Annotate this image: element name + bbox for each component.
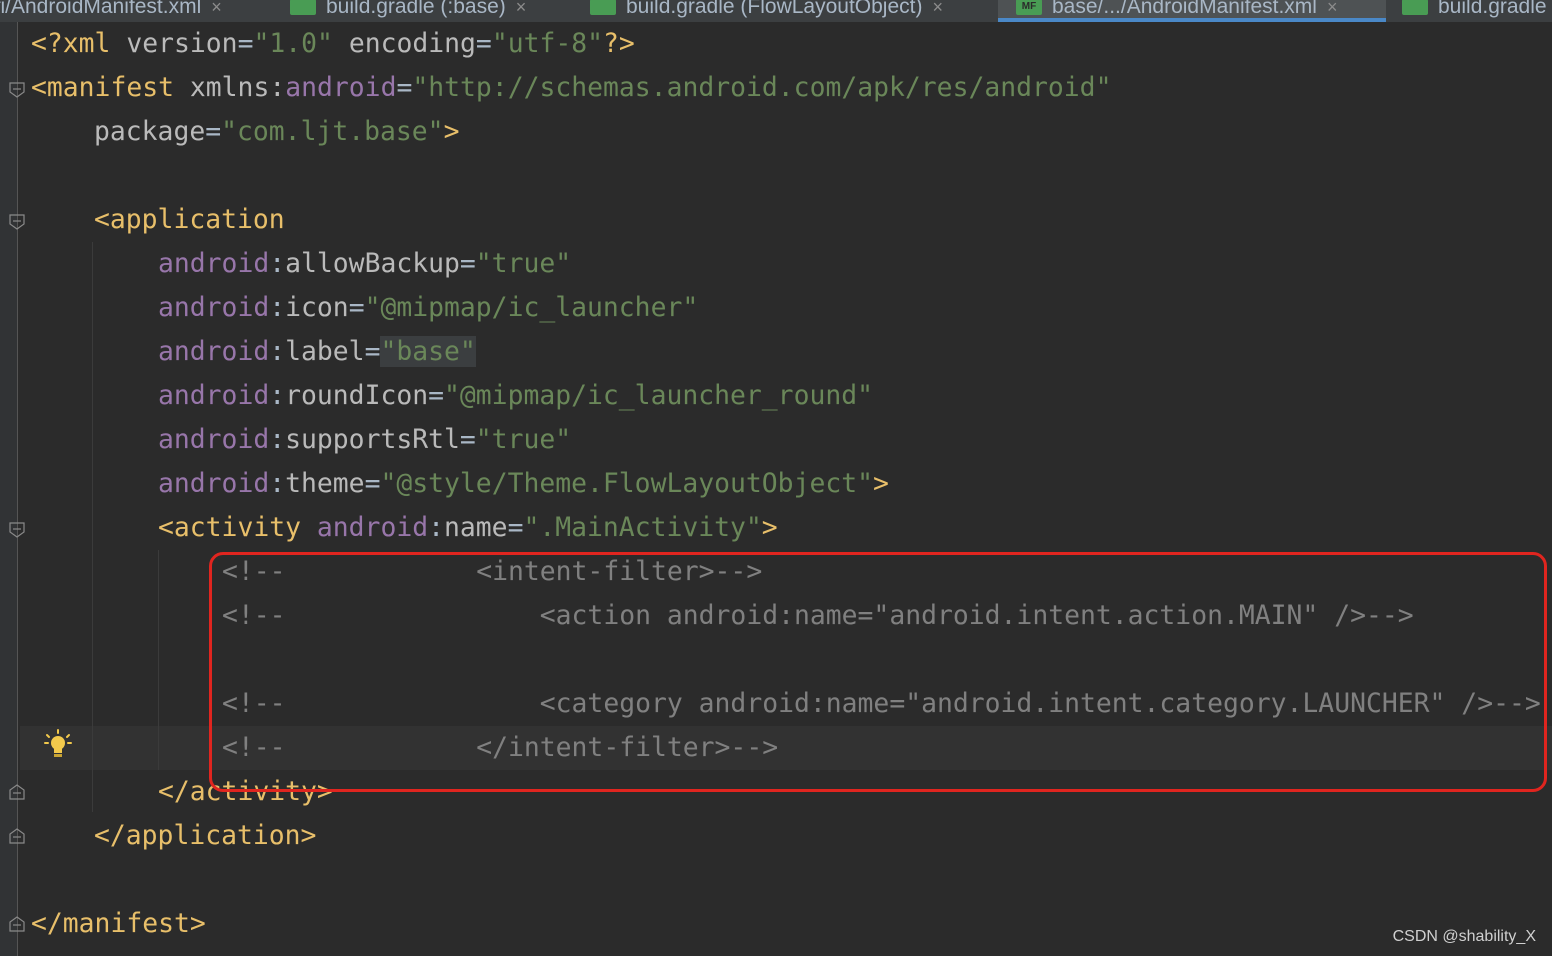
close-icon[interactable]: × [211, 0, 222, 22]
editor-tab-bar: ifi/AndroidManifest.xml × build.gradle (:… [0, 0, 1552, 22]
fold-close-icon[interactable] [9, 916, 25, 932]
tab-label: build.gradle (FlowLayoutObject) [626, 0, 923, 18]
lightbulb-icon[interactable] [44, 729, 72, 759]
tab-build-gradle-project[interactable]: build.gradle (FlowLayoutObject) × [590, 0, 943, 22]
close-icon[interactable]: × [932, 0, 943, 22]
fold-close-icon[interactable] [9, 828, 25, 844]
watermark: CSDN @shability_X [1392, 928, 1536, 945]
fold-open-icon[interactable] [9, 82, 25, 98]
fold-open-icon[interactable] [9, 214, 25, 230]
code-line-2: <manifest xmlns:android="http://schemas.… [31, 72, 1112, 103]
annotation-highlight-box [209, 552, 1547, 792]
tab-build-gradle[interactable]: build.gradle [1402, 0, 1547, 22]
tab-android-manifest-other[interactable]: ifi/AndroidManifest.xml × [0, 0, 222, 22]
gradle-icon [1402, 0, 1428, 16]
close-icon[interactable]: × [516, 0, 527, 22]
code-line-19: </application> [94, 820, 317, 851]
code-line-8: android:label="base" [158, 336, 476, 367]
editor-gutter [0, 22, 18, 956]
close-icon[interactable]: × [1327, 0, 1338, 22]
manifest-file-icon: MF [1016, 0, 1042, 16]
code-line-6: android:allowBackup="true" [158, 248, 572, 279]
code-line-1: <?xml version="1.0" encoding="utf-8"?> [31, 28, 635, 59]
fold-open-icon[interactable] [9, 522, 25, 538]
highlighted-string: "base" [380, 336, 476, 367]
tab-base-android-manifest[interactable]: MF base/.../AndroidManifest.xml × [998, 0, 1386, 22]
code-line-21: </manifest> [31, 908, 206, 939]
tab-label: build.gradle (:base) [326, 0, 506, 18]
code-line-7: android:icon="@mipmap/ic_launcher" [158, 292, 699, 323]
tab-build-gradle-base[interactable]: build.gradle (:base) × [290, 0, 526, 22]
code-line-10: android:supportsRtl="true" [158, 424, 572, 455]
tab-label: ifi/AndroidManifest.xml [0, 0, 202, 18]
code-line-11: android:theme="@style/Theme.FlowLayoutOb… [158, 468, 889, 499]
tab-label: base/.../AndroidManifest.xml [1052, 0, 1317, 18]
indent-guide [158, 550, 159, 770]
indent-guide [92, 242, 93, 812]
fold-close-icon[interactable] [9, 784, 25, 800]
gradle-icon [290, 0, 316, 16]
code-line-3: package="com.ljt.base"> [94, 116, 460, 147]
code-line-12: <activity android:name=".MainActivity"> [158, 512, 778, 543]
code-line-9: android:roundIcon="@mipmap/ic_launcher_r… [158, 380, 874, 411]
gradle-icon [590, 0, 616, 16]
tab-label: build.gradle [1438, 0, 1547, 18]
code-line-5: <application [94, 204, 285, 235]
